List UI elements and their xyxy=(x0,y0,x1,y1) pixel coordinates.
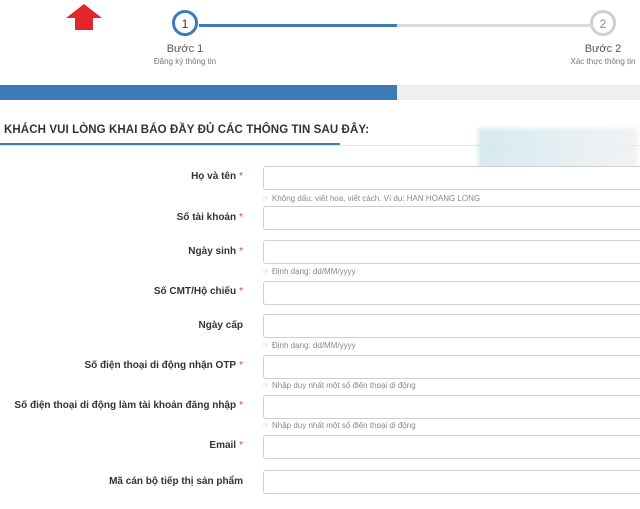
date-of-birth-label: Ngày sinh * xyxy=(188,246,243,257)
otp-phone-input[interactable] xyxy=(263,355,640,379)
required-mark: * xyxy=(239,286,243,297)
progress-bar-fill xyxy=(0,85,397,100)
date-of-birth-hint: ☞ Định dạng: dd/MM/yyyy xyxy=(262,267,356,276)
step-2-title: Bước 2 xyxy=(584,43,622,55)
marketing-officer-code-label: Mã cán bộ tiếp thị sản phẩm xyxy=(109,476,243,487)
progress-bar xyxy=(0,85,640,100)
account-number-label: Số tài khoản * xyxy=(176,212,243,223)
otp-phone-hint: ☞ Nhập duy nhất một số điện thoại di động xyxy=(262,381,416,390)
step-1-title: Bước 1 xyxy=(166,43,204,55)
email-input[interactable] xyxy=(263,435,640,459)
step-1-circle: 1 xyxy=(172,10,198,36)
login-phone-input[interactable] xyxy=(263,395,640,419)
required-mark: * xyxy=(239,400,243,411)
otp-phone-label: Số điện thoại di động nhận OTP * xyxy=(84,360,243,371)
full-name-hint: ☞ Không dấu, viết hoa, viết cách. Ví dụ: … xyxy=(262,194,481,203)
email-label: Email * xyxy=(209,440,243,451)
form-heading: KHÁCH VUI LÒNG KHAI BÁO ĐẦY ĐỦ CÁC THÔNG… xyxy=(4,124,370,136)
login-phone-label: Số điện thoại di động làm tài khoản đăng… xyxy=(14,400,243,411)
required-mark: * xyxy=(239,360,243,371)
id-passport-label: Số CMT/Hộ chiếu * xyxy=(153,286,243,297)
id-passport-input[interactable] xyxy=(263,281,640,305)
full-name-input[interactable] xyxy=(263,166,640,190)
required-mark: * xyxy=(239,171,243,182)
login-phone-hint: ☞ Nhập duy nhất một số điện thoại di động xyxy=(262,421,416,430)
hint-hand-icon: ☞ xyxy=(262,421,270,430)
marketing-officer-code-input[interactable] xyxy=(263,470,640,494)
hint-hand-icon: ☞ xyxy=(262,267,270,276)
stepper-line-pending xyxy=(397,24,590,27)
hint-hand-icon: ☞ xyxy=(262,194,270,203)
required-mark: * xyxy=(239,246,243,257)
issue-date-label: Ngày cấp xyxy=(198,320,243,331)
step-1-subtitle: Đăng ký thông tin xyxy=(153,57,217,66)
step-2-subtitle: Xác thực thông tin xyxy=(570,57,636,66)
step-2-circle: 2 xyxy=(590,10,616,36)
account-number-input[interactable] xyxy=(263,206,640,230)
required-mark: * xyxy=(239,212,243,223)
hint-hand-icon: ☞ xyxy=(262,341,270,350)
issue-date-input[interactable] xyxy=(263,314,640,338)
stepper-line-completed xyxy=(199,24,397,27)
date-of-birth-input[interactable] xyxy=(263,240,640,264)
hint-hand-icon: ☞ xyxy=(262,381,270,390)
issue-date-hint: ☞ Định dạng: dd/MM/yyyy xyxy=(262,341,356,350)
logo-arrow-icon xyxy=(66,4,102,30)
required-mark: * xyxy=(239,440,243,451)
full-name-label: Họ và tên * xyxy=(191,171,243,182)
